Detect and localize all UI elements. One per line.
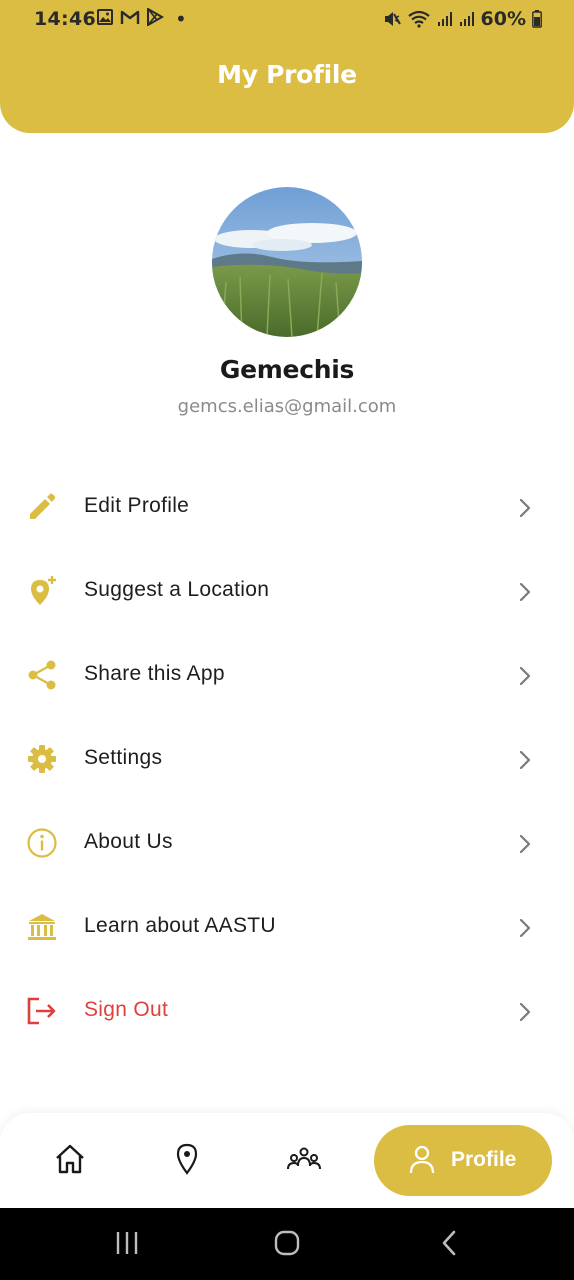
menu-item-label: Share this App (84, 662, 225, 685)
gear-icon (25, 742, 59, 776)
chevron-right-icon (515, 833, 535, 855)
menu-item-learn-aastu[interactable]: Learn about AASTU (0, 886, 574, 970)
chevron-right-icon (515, 917, 535, 939)
add-location-icon (25, 574, 59, 608)
menu-item-label: Edit Profile (84, 494, 190, 517)
status-time: 14:46 (34, 8, 96, 30)
profile-name: Gemechis (219, 355, 355, 384)
info-icon (25, 826, 59, 860)
chevron-right-icon (515, 497, 535, 519)
menu-item-settings[interactable]: Settings (0, 718, 574, 802)
menu-item-edit-profile[interactable]: Edit Profile (0, 466, 574, 550)
institution-icon (25, 910, 59, 944)
menu-item-suggest-location[interactable]: Suggest a Location (0, 550, 574, 634)
wifi-icon (407, 10, 431, 28)
menu-item-label: Suggest a Location (84, 578, 270, 601)
menu-item-label: Sign Out (84, 998, 169, 1021)
mute-icon (383, 10, 401, 28)
chevron-right-icon (515, 665, 535, 687)
notification-dot: • (175, 7, 187, 31)
chevron-right-icon (515, 581, 535, 603)
notification-icons (96, 8, 164, 26)
gmail-icon (120, 9, 140, 25)
system-nav-bar (0, 1208, 574, 1280)
signal-icon-2 (459, 11, 475, 27)
home-icon[interactable] (52, 1141, 88, 1177)
gallery-icon (96, 8, 114, 26)
person-icon (408, 1145, 436, 1175)
avatar[interactable] (212, 187, 362, 337)
back-icon[interactable] (438, 1228, 462, 1262)
community-icon[interactable] (286, 1141, 322, 1177)
chevron-right-icon (515, 749, 535, 771)
menu-item-label: Learn about AASTU (84, 914, 276, 937)
system-status: 60% (383, 8, 542, 30)
profile-menu: Edit Profile Suggest a Location Share th… (0, 466, 574, 1054)
logout-icon (25, 994, 59, 1028)
app-header: 14:46 • 60% My Profile (0, 0, 574, 133)
page-title: My Profile (217, 60, 357, 89)
profile-email: gemcs.elias@gmail.com (177, 396, 397, 417)
nav-profile-label: Profile (451, 1148, 517, 1171)
chevron-right-icon (515, 1001, 535, 1023)
menu-item-label: About Us (84, 830, 173, 853)
menu-item-about-us[interactable]: About Us (0, 802, 574, 886)
menu-item-sign-out[interactable]: Sign Out (0, 970, 574, 1054)
recent-apps-icon[interactable] (113, 1228, 141, 1262)
menu-item-label: Settings (84, 746, 163, 769)
menu-item-share-app[interactable]: Share this App (0, 634, 574, 718)
signal-icon (437, 11, 453, 27)
battery-percent: 60% (480, 8, 526, 30)
play-store-icon (146, 8, 164, 26)
map-pin-icon[interactable] (169, 1141, 205, 1177)
nav-profile-button[interactable]: Profile (374, 1125, 552, 1196)
bottom-nav: Profile (0, 1113, 574, 1208)
pencil-icon (25, 490, 59, 524)
system-home-icon[interactable] (273, 1228, 301, 1262)
share-icon (25, 658, 59, 692)
battery-icon (532, 10, 542, 28)
status-bar: 14:46 • 60% (0, 0, 574, 40)
